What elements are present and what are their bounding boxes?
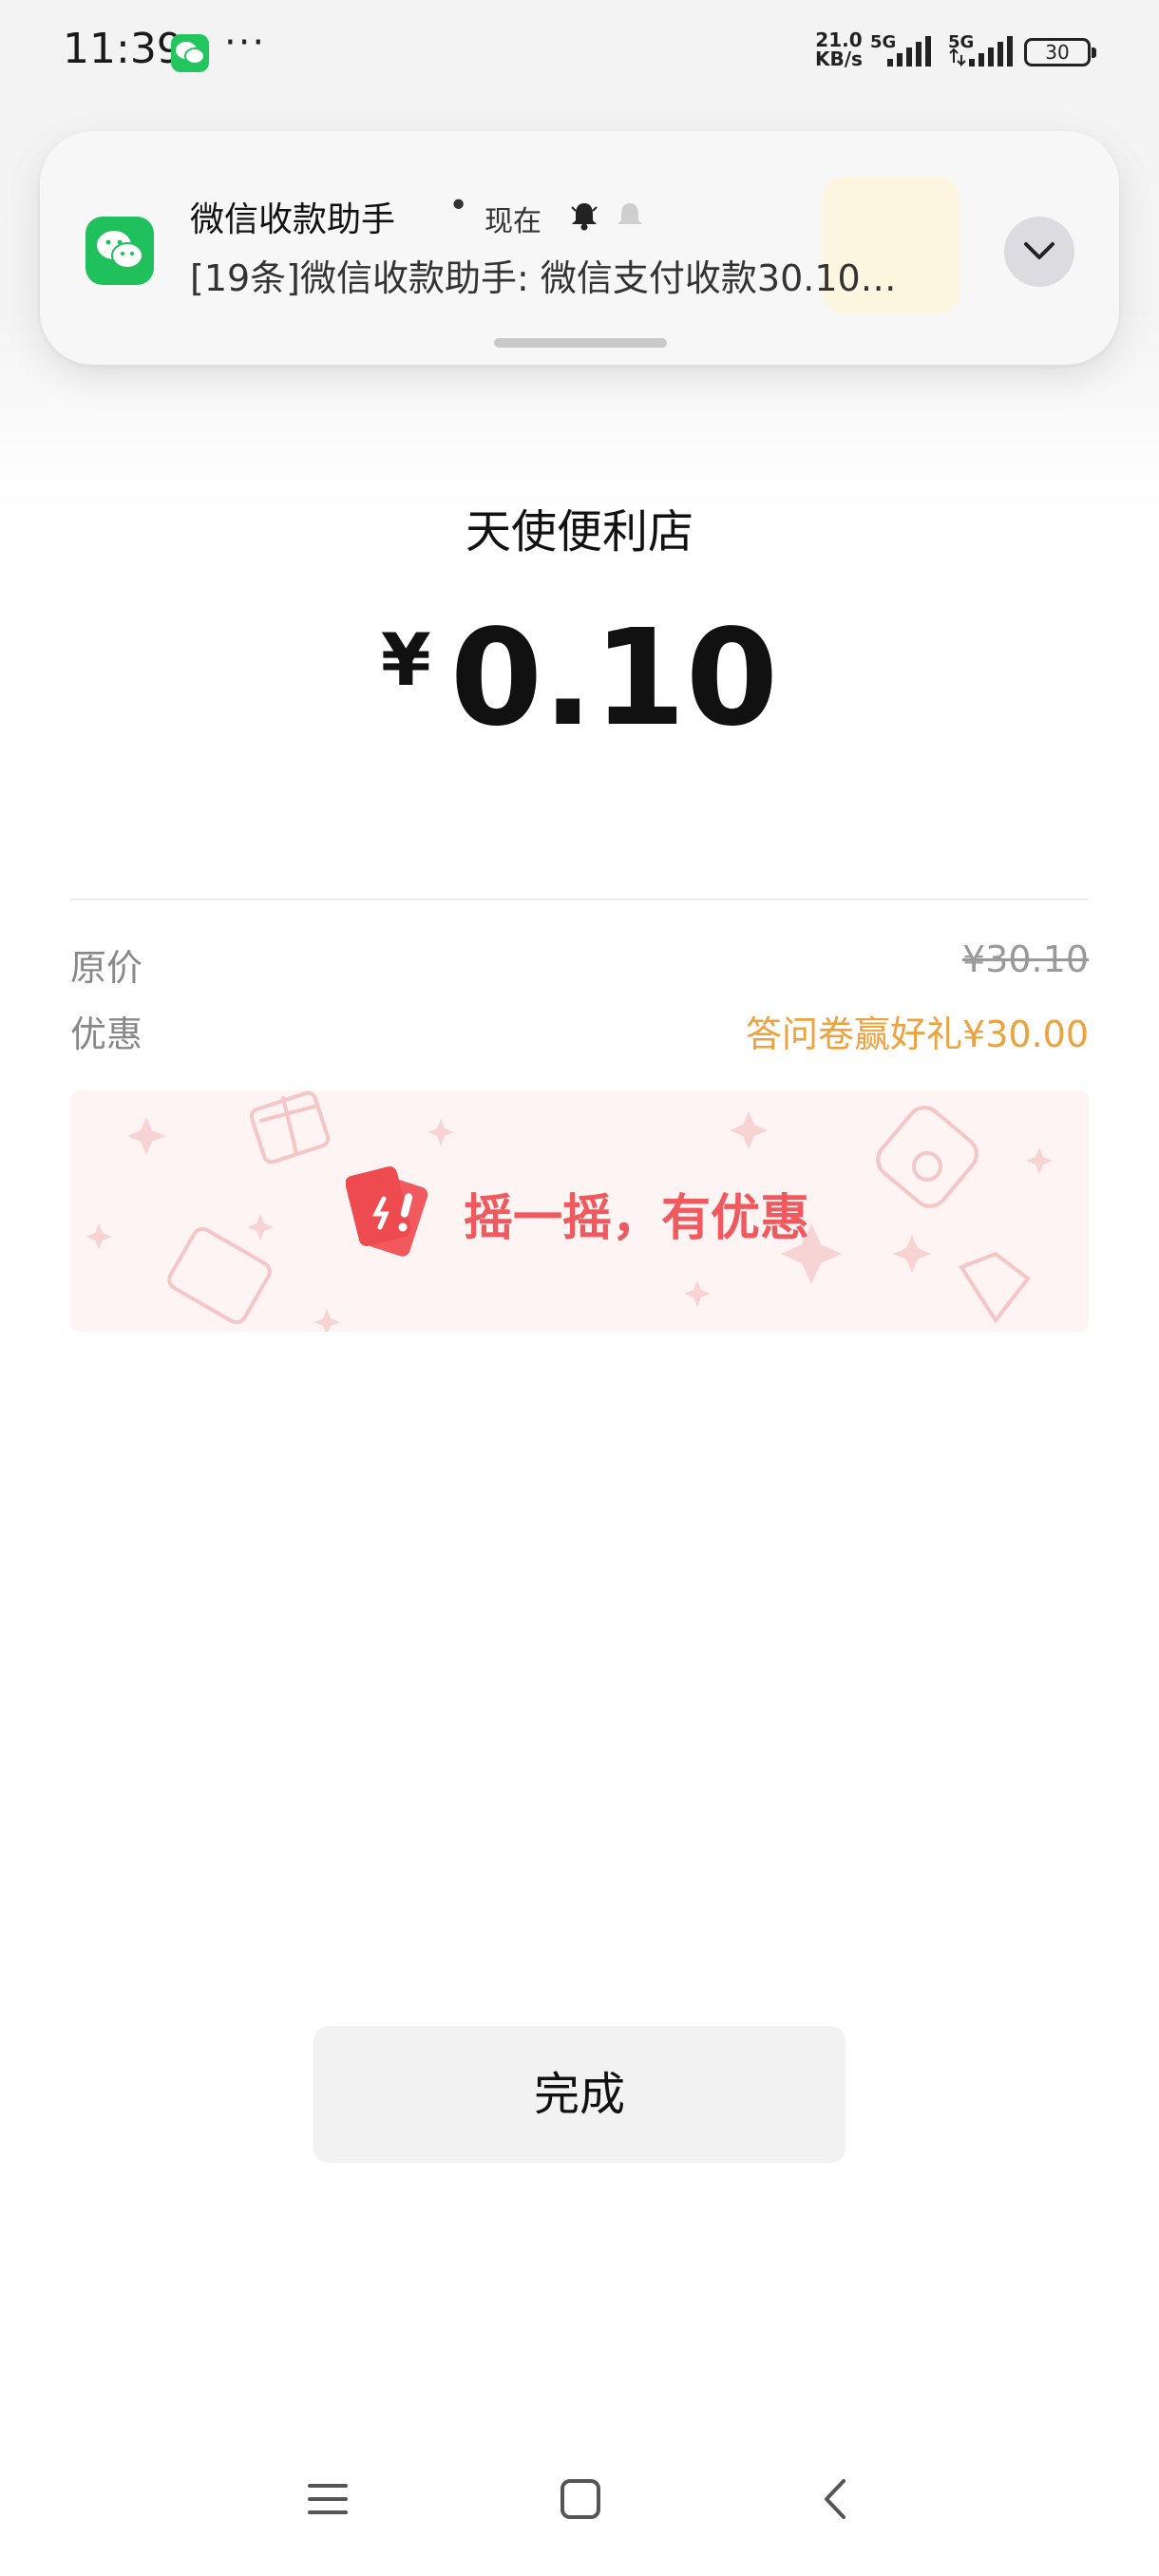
more-notifications-icon: ··· — [224, 21, 267, 65]
net-speed-unit: KB/s — [815, 47, 863, 70]
shake-phone-icon — [345, 1165, 441, 1263]
notification-drag-handle[interactable] — [494, 338, 667, 348]
status-bar: 11:39 ··· 21.0 KB/s 5G 5G 30 — [0, 0, 1159, 104]
home-square-icon[interactable] — [559, 2477, 602, 2525]
discount-value[interactable]: 答问卷赢好礼¥30.00 — [746, 1005, 1089, 1057]
done-button[interactable]: 完成 — [314, 2026, 846, 2163]
bell-faded-icon — [614, 199, 646, 236]
net-speed: 21.0 KB/s — [815, 30, 863, 68]
notification-time: 现在 — [484, 205, 542, 238]
wechat-app-icon — [86, 217, 154, 285]
notification-app-name: 微信收款助手 — [190, 200, 396, 239]
battery-icon: 30 — [1024, 38, 1096, 66]
shake-promo-banner[interactable]: 摇一摇，有优惠 — [70, 1090, 1089, 1332]
menu-icon[interactable] — [306, 2477, 350, 2525]
payment-amount: ¥0.10 — [0, 608, 1159, 750]
chevron-down-icon — [1024, 242, 1054, 259]
notification-body: [19条]微信收款助手: 微信支付收款30.10… — [190, 257, 897, 299]
notification-separator: • — [448, 186, 469, 225]
original-price-value: ¥30.10 — [962, 938, 1089, 980]
promo-text: 摇一摇，有优惠 — [464, 1190, 810, 1247]
battery-level: 30 — [1045, 41, 1070, 64]
amount-value: 0.10 — [449, 601, 779, 756]
bell-icon — [568, 199, 600, 236]
back-chevron-icon[interactable] — [815, 2477, 859, 2525]
notification-card[interactable]: 微信收款助手 • 现在 [19条]微信收款助手: 微信支付收款30.10… — [40, 131, 1119, 365]
original-price-label: 原价 — [70, 947, 143, 989]
wechat-status-icon — [171, 34, 209, 72]
expand-notification-button[interactable] — [1004, 217, 1074, 287]
net-speed-value: 21.0 — [815, 28, 863, 51]
discount-label: 优惠 — [70, 1013, 143, 1055]
status-time: 11:39 — [63, 25, 183, 73]
store-name: 天使便利店 — [465, 505, 694, 559]
divider — [70, 899, 1089, 900]
currency-symbol: ¥ — [380, 617, 431, 702]
